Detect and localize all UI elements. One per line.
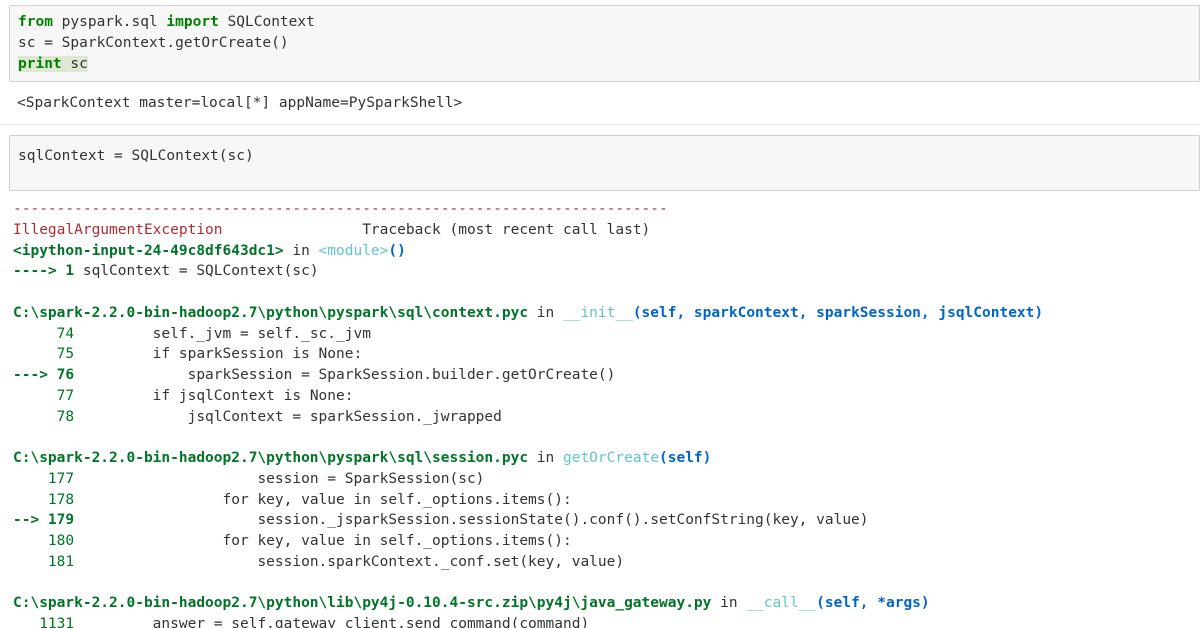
frame-line: 181 session.sparkContext._conf.set(key, … bbox=[13, 552, 1043, 573]
code-line: sc = SparkContext.getOrCreate() bbox=[18, 34, 289, 51]
line-marker: ----> 1 bbox=[13, 263, 83, 280]
frame-args: (self, sparkContext, sparkSession, jsqlC… bbox=[632, 304, 1044, 321]
in-word: in bbox=[528, 450, 563, 466]
code-text: pyspark.sql bbox=[52, 14, 167, 30]
frame-lines: 74 self._jvm = self._sc._jvm 75 if spark… bbox=[13, 324, 1043, 428]
frame-args: (self) bbox=[659, 450, 712, 466]
frame-line: 178 for key, value in self._options.item… bbox=[13, 490, 1043, 511]
frame-line: 77 if jsqlContext is None: bbox=[13, 386, 1043, 407]
exception-name: IllegalArgumentException bbox=[13, 221, 223, 238]
notebook-page: from pyspark.sql import SQLContext sc = … bbox=[0, 0, 1200, 628]
code-text: answer = self.gateway_client.send_comman… bbox=[82, 616, 590, 628]
frame-path: C:\spark-2.2.0-bin-hadoop2.7\python\pysp… bbox=[13, 450, 529, 466]
line-number: 74 bbox=[13, 325, 83, 342]
frame-args: (self, *args) bbox=[816, 595, 930, 612]
code-cell-2[interactable]: sqlContext = SQLContext(sc) bbox=[9, 135, 1200, 191]
print-statement: print sc bbox=[18, 55, 88, 72]
code-text: if jsqlContext is None: bbox=[82, 387, 354, 404]
line-number: 181 bbox=[13, 553, 83, 570]
traceback-input-ref: <ipython-input-24-49c8df643dc1> in <modu… bbox=[13, 241, 1043, 262]
code-line: print sc bbox=[18, 54, 1199, 75]
input-ref: <ipython-input-24-49c8df643dc1> bbox=[13, 242, 284, 259]
frame-line: 180 for key, value in self._options.item… bbox=[13, 531, 1043, 552]
traceback-label: Traceback (most recent call last) bbox=[222, 221, 651, 238]
frame-header: C:\spark-2.2.0-bin-hadoop2.7\python\pysp… bbox=[13, 448, 1043, 469]
line-number: 77 bbox=[13, 387, 83, 404]
frame-line-current: --> 179 session._jsparkSession.sessionSt… bbox=[13, 510, 1043, 531]
code-text: SQLContext bbox=[218, 14, 315, 30]
frame-path: C:\spark-2.2.0-bin-hadoop2.7\python\pysp… bbox=[13, 304, 529, 321]
line-number: 75 bbox=[13, 346, 83, 363]
code-text: sc bbox=[61, 55, 88, 72]
line-number: 180 bbox=[13, 533, 83, 549]
frame-line: 1131 answer = self.gateway_client.send_c… bbox=[13, 614, 1043, 628]
code-cell-1[interactable]: from pyspark.sql import SQLContext sc = … bbox=[9, 5, 1200, 82]
code-text: sparkSession = SparkSession.builder.getO… bbox=[82, 367, 616, 383]
keyword-from: from bbox=[18, 14, 53, 30]
frame-path: C:\spark-2.2.0-bin-hadoop2.7\python\lib\… bbox=[13, 595, 712, 612]
frame-func: __call__ bbox=[746, 595, 817, 612]
in-word: in bbox=[528, 304, 563, 321]
code-text: if sparkSession is None: bbox=[82, 346, 363, 363]
frame-lines: 1131 answer = self.gateway_client.send_c… bbox=[13, 614, 1043, 628]
traceback-arrow-line: ----> 1 sqlContext = SQLContext(sc) bbox=[13, 261, 1043, 282]
traceback-header: IllegalArgumentException Traceback (most… bbox=[13, 220, 1043, 241]
code-text: sqlContext = SQLContext(sc) bbox=[82, 263, 319, 280]
keyword-print: print bbox=[18, 55, 62, 72]
frame-line-current: ---> 76 sparkSession = SparkSession.buil… bbox=[13, 365, 1043, 386]
line-number: 177 bbox=[13, 470, 83, 487]
code-text: for key, value in self._options.items(): bbox=[82, 491, 572, 508]
traceback-output: ----------------------------------------… bbox=[13, 199, 1043, 628]
frame-func: __init__ bbox=[562, 304, 633, 321]
code-line: from pyspark.sql import SQLContext bbox=[18, 12, 1199, 33]
frame-line: 177 session = SparkSession(sc) bbox=[13, 469, 1043, 490]
frame-line: 74 self._jvm = self._sc._jvm bbox=[13, 324, 1043, 345]
code-text: jsqlContext = sparkSession._jwrapped bbox=[82, 408, 502, 425]
line-number: 78 bbox=[13, 408, 83, 425]
frame-header: C:\spark-2.2.0-bin-hadoop2.7\python\pysp… bbox=[13, 303, 1043, 324]
frame-header: C:\spark-2.2.0-bin-hadoop2.7\python\lib\… bbox=[13, 593, 1043, 614]
cell-output-1: <SparkContext master=local[*] appName=Py… bbox=[17, 95, 463, 111]
divider bbox=[0, 124, 1200, 125]
line-number: ---> 76 bbox=[13, 367, 83, 383]
module-parens: () bbox=[388, 242, 406, 259]
code-text: session.sparkContext._conf.set(key, valu… bbox=[82, 553, 625, 570]
code-text: for key, value in self._options.items(): bbox=[82, 533, 572, 549]
frame-line: 78 jsqlContext = sparkSession._jwrapped bbox=[13, 407, 1043, 428]
frame-func: getOrCreate bbox=[562, 450, 660, 466]
line-number: 178 bbox=[13, 491, 83, 508]
in-word: in bbox=[283, 242, 319, 259]
traceback-dashes: ----------------------------------------… bbox=[13, 201, 668, 217]
frame-lines: 177 session = SparkSession(sc) 178 for k… bbox=[13, 469, 1043, 573]
code-text: session = SparkSession(sc) bbox=[82, 470, 485, 487]
frame-line: 75 if sparkSession is None: bbox=[13, 344, 1043, 365]
module-tag: <module> bbox=[318, 242, 389, 259]
code-text: self._jvm = self._sc._jvm bbox=[82, 325, 371, 342]
code-text: session._jsparkSession.sessionState().co… bbox=[82, 512, 869, 529]
line-number: 1131 bbox=[13, 616, 83, 628]
in-word: in bbox=[711, 595, 747, 612]
code-line: sqlContext = SQLContext(sc) bbox=[18, 148, 254, 164]
line-number: --> 179 bbox=[13, 512, 83, 529]
keyword-import: import bbox=[166, 14, 219, 30]
